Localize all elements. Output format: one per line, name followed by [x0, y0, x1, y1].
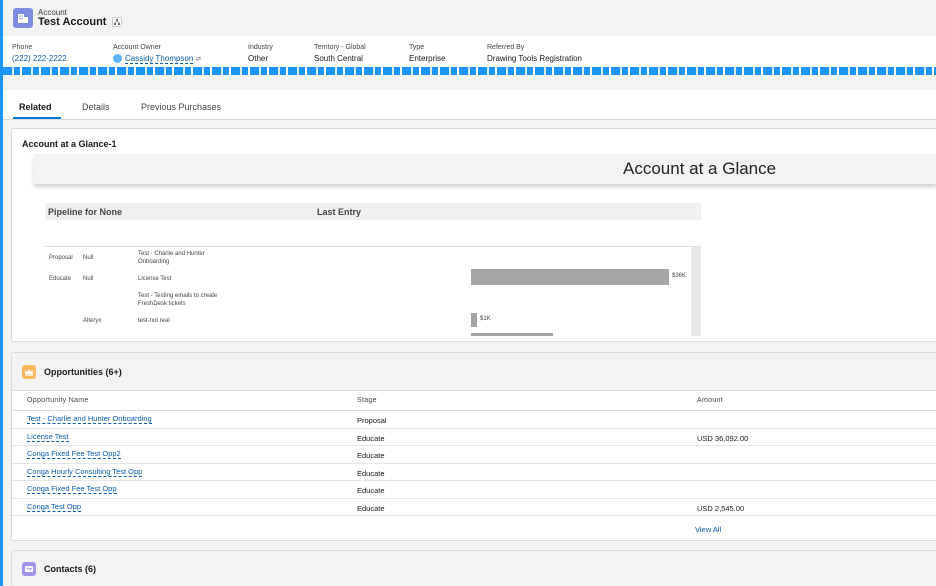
entry-line: Test - Charlie and Hunter [138, 251, 205, 257]
opportunity-link[interactable]: Conga Hourly Consulting Test Opp [27, 467, 143, 477]
glance-banner-title: Account at a Glance [623, 159, 777, 178]
field-value: Drawing Tools Registration [487, 54, 583, 63]
field-phone: Phone (222) 222-2222 [12, 44, 67, 63]
table-row: Conga Fixed Fee Test Opp2 Educate [12, 446, 936, 464]
table-row: Conga Test Opp Educate USD 2,545.00 [12, 499, 936, 516]
pipeline-bar-label: $36K [672, 273, 687, 279]
pipeline-table-header: Pipeline for None Last Entry [45, 203, 701, 220]
opportunity-link[interactable]: Conga Fixed Fee Test Opp [27, 484, 117, 494]
pipeline-entry: test-not real [138, 318, 170, 324]
pipeline-owner: Alteryx [83, 318, 102, 324]
opportunity-link[interactable]: Conga Test Opp [27, 502, 82, 512]
building-icon [13, 8, 33, 28]
active-tab-indicator [13, 117, 61, 119]
opportunity-link[interactable]: Conga Fixed Fee Test Opp2 [27, 449, 121, 459]
glance-banner: Account at a Glance [34, 154, 936, 184]
table-row: Conga Hourly Consulting Test Opp Educate [12, 464, 936, 481]
stage-cell: Educate [357, 433, 385, 443]
contact-card-icon [22, 562, 36, 576]
pipeline-stage: Proposal [49, 255, 73, 261]
amount-cell: USD 2,545.00 [697, 503, 745, 513]
pipeline-entry: License Test [138, 276, 172, 282]
column-header-stage[interactable]: Stage [357, 397, 377, 404]
phone-link[interactable]: (222) 222-2222 [12, 54, 67, 63]
stage-cell: Educate [357, 451, 385, 460]
account-at-a-glance-card: Account at a Glance-1 Account at a Glanc… [11, 128, 936, 342]
field-referred-by: Referred By Drawing Tools Registration [487, 44, 582, 63]
tab-details[interactable]: Details [82, 102, 110, 112]
column-header: Last Entry [317, 207, 362, 217]
table-row: Test - Charlie and Hunter Onboarding Pro… [12, 411, 936, 429]
record-title: Test Account [38, 16, 107, 28]
owner-link[interactable]: Cassidy Thompson [125, 54, 194, 64]
table-row: License Test Educate USD 36,092.00 [12, 429, 936, 446]
stage-cell: Educate [357, 468, 385, 478]
hierarchy-icon[interactable] [112, 17, 122, 27]
opportunity-link[interactable]: License Test [27, 432, 69, 442]
opportunities-related-list: Opportunities (6+) Opportunity Name Stag… [11, 352, 936, 541]
record-header: Account Test Account [3, 0, 936, 36]
entry-line: Test - Testing emails to create [138, 293, 218, 299]
tab-previous-purchases[interactable]: Previous Purchases [141, 102, 221, 112]
pipeline-entry: Test - Testing emails to create FreshDes… [138, 292, 217, 308]
field-label: Type [409, 44, 425, 51]
field-industry: Industry Other [248, 44, 273, 63]
opportunities-table: Opportunity Name Stage Amount Test - Cha… [12, 391, 936, 516]
field-label: Referred By [487, 44, 525, 51]
scroll-bar-fragment [471, 333, 553, 336]
column-header: Pipeline for None [48, 207, 123, 217]
pipeline-table-body: Proposal Null Test - Charlie and Hunter … [45, 246, 701, 336]
opportunity-link[interactable]: Test - Charlie and Hunter Onboarding [27, 414, 152, 424]
record-highlights-panel: Account Test Account Phone (222) 222-222… [3, 0, 936, 74]
field-account-owner: Account Owner Cassidy Thompson ⇄ [113, 44, 201, 64]
view-all-link[interactable]: View All [695, 525, 721, 534]
table-row: Conga Fixed Fee Test Opp Educate [12, 481, 936, 499]
card-title-link[interactable]: Opportunities (6+) [44, 367, 122, 377]
column-header-opportunity-name[interactable]: Opportunity Name [27, 397, 89, 404]
amount-cell: USD 36,092.00 [697, 433, 749, 443]
pipeline-entry: Test - Charlie and Hunter Onboarding [138, 250, 205, 266]
pipeline-owner: Null [83, 276, 94, 282]
field-label: Territory - Global [314, 44, 366, 51]
pipeline-bar [471, 269, 669, 285]
column-header-amount[interactable]: Amount [697, 397, 723, 404]
record-tabs: Related Details Previous Purchases [3, 90, 936, 120]
stage-cell: Proposal [357, 416, 387, 425]
highlights-fields: Phone (222) 222-2222 Account Owner Cassi… [3, 44, 936, 68]
field-territory: Territory - Global South Central [314, 44, 366, 63]
card-header: Opportunities (6+) [12, 353, 936, 391]
pipeline-bar [471, 313, 477, 327]
pipeline-stage: Educate [49, 276, 72, 282]
contacts-related-list: Contacts (6) [11, 550, 936, 586]
left-accent-rail [0, 0, 3, 586]
stage-cell: Educate [357, 503, 385, 513]
change-owner-icon[interactable]: ⇄ [195, 56, 201, 63]
table-header: Opportunity Name Stage Amount [12, 391, 936, 411]
field-type: Type Enterprise [409, 44, 445, 63]
vertical-scrollbar[interactable] [691, 247, 701, 336]
pipeline-bar-label: $1K [480, 316, 491, 322]
user-avatar-icon [113, 54, 122, 63]
crown-icon [22, 365, 36, 379]
tab-related[interactable]: Related [19, 102, 52, 112]
field-value: Enterprise [409, 54, 446, 63]
field-label: Phone [12, 44, 33, 51]
pipeline-owner: Null [83, 255, 94, 261]
field-value: South Central [314, 54, 363, 63]
field-value: Other [248, 54, 269, 63]
card-title: Account at a Glance-1 [22, 139, 117, 149]
owner-value: Cassidy Thompson ⇄ [113, 54, 201, 64]
field-label: Account Owner [113, 44, 161, 51]
field-label: Industry [248, 44, 273, 51]
card-title-link[interactable]: Contacts (6) [44, 564, 96, 574]
decorative-pattern-band [3, 67, 936, 75]
stage-cell: Educate [357, 486, 385, 495]
entry-line: Onboarding [138, 259, 170, 265]
entry-line: FreshDesk tickets [138, 301, 186, 307]
